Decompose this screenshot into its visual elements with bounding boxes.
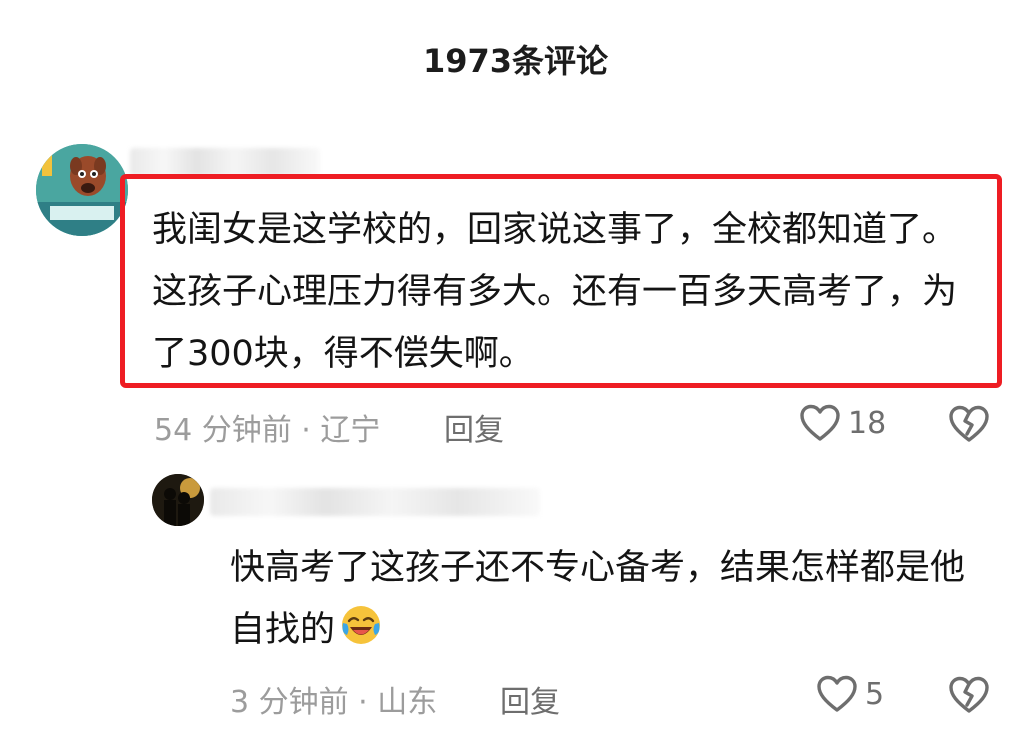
avatar[interactable] xyxy=(152,474,204,526)
dislike-button[interactable] xyxy=(946,675,992,719)
heart-icon xyxy=(817,675,857,712)
blurred-username xyxy=(130,148,320,176)
reply-button[interactable]: 回复 xyxy=(500,677,560,721)
like-count: 18 xyxy=(848,405,887,441)
comment-meta: 3 分钟前 · 山东 xyxy=(230,685,438,720)
comment-text: 我闺女是这学校的，回家说这事了，全校都知道了。这孩子心理压力得有多大。还有一百多… xyxy=(152,210,958,374)
laughing-crying-emoji xyxy=(342,606,381,644)
comment-meta: 54 分钟前 · 辽宁 xyxy=(154,413,381,448)
heart-icon xyxy=(800,404,840,441)
like-button[interactable]: 5 xyxy=(815,674,884,714)
comments-count-title: 1973条评论 xyxy=(422,42,609,80)
avatar[interactable] xyxy=(36,144,128,236)
dislike-button[interactable] xyxy=(946,404,992,448)
broken-heart-icon xyxy=(949,405,989,442)
like-count: 5 xyxy=(865,676,885,712)
comment-text: 快高考了这孩子还不专心备考，结果怎样都是他自找的 xyxy=(230,548,966,650)
like-button[interactable]: 18 xyxy=(798,403,886,443)
reply-button[interactable]: 回复 xyxy=(444,405,504,449)
blurred-username xyxy=(210,488,540,516)
broken-heart-icon xyxy=(949,676,989,713)
